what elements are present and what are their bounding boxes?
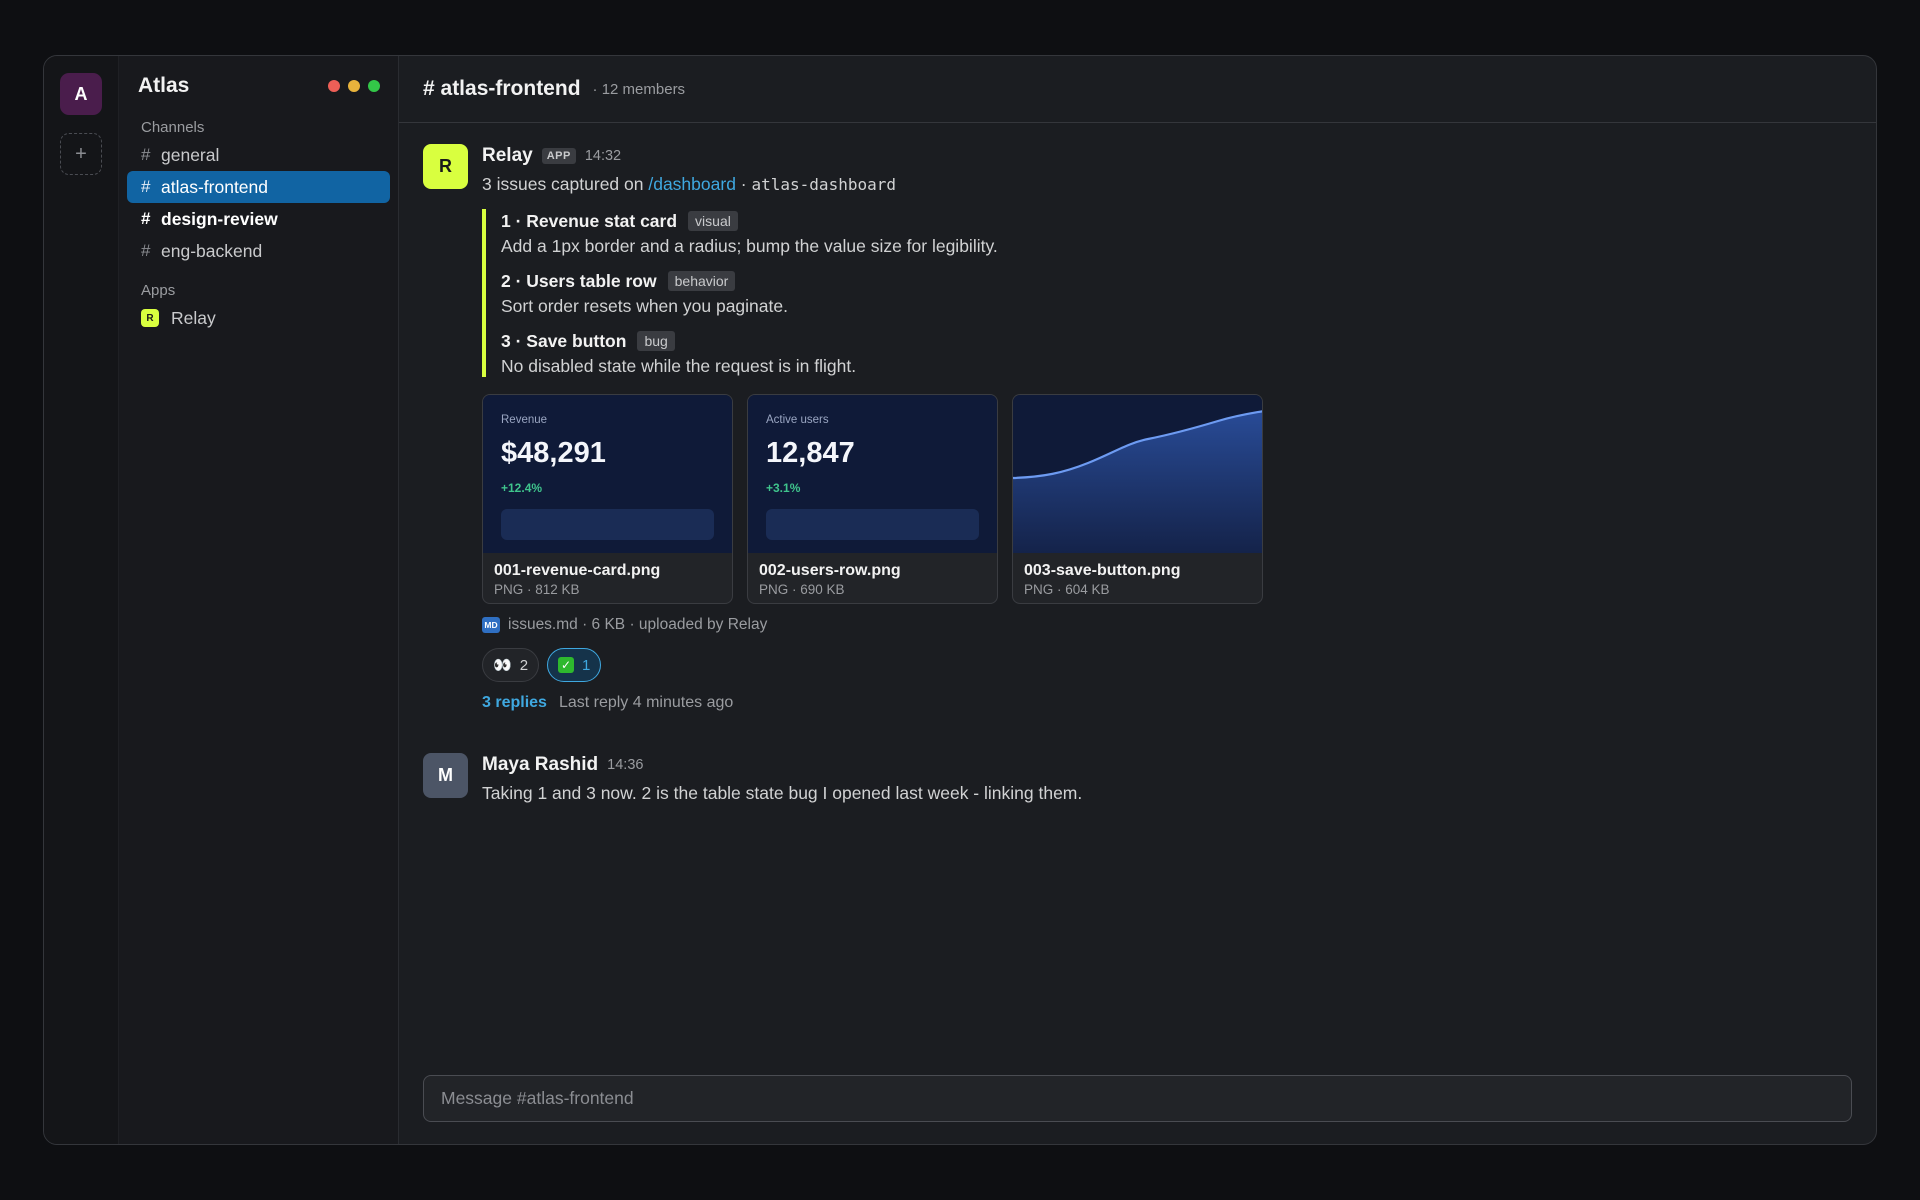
reaction-check[interactable]: ✓ 1	[547, 648, 602, 682]
attachment-revenue-card[interactable]: Revenue $48,291 +12.4% 001-revenue-card.…	[482, 394, 733, 604]
attachment-size: PNG · 604 KB	[1024, 582, 1110, 597]
message-author[interactable]: Maya Rashid	[482, 754, 598, 776]
image-thumbnail[interactable]: Revenue $48,291 +12.4%	[483, 395, 732, 553]
dashboard-link[interactable]: /dashboard	[648, 174, 736, 194]
thumb-delta: +12.4%	[501, 481, 543, 495]
message-text: Taking 1 and 3 now. 2 is the table state…	[482, 783, 1083, 803]
attachment-size: PNG · 812 KB	[494, 582, 580, 597]
member-count[interactable]: · 12 members	[593, 81, 686, 98]
reply-count-link[interactable]: 3 replies	[482, 694, 547, 712]
channels-section-label[interactable]: Channels	[127, 119, 390, 136]
issue-title: 2 · Users table row behavior	[501, 269, 1852, 293]
thumb-bar	[501, 509, 714, 540]
channel-label: atlas-frontend	[161, 176, 269, 197]
issue-tag: behavior	[667, 271, 736, 291]
channel-label: design-review	[161, 208, 278, 229]
hash-icon: #	[141, 145, 151, 164]
workspace-name[interactable]: Atlas	[138, 74, 189, 98]
app-window: A + Atlas Channels # general # atlas-fro…	[43, 55, 1877, 1145]
file-info: issues.md · 6 KB · uploaded by Relay	[508, 616, 768, 633]
last-reply-time: Last reply 4 minutes ago	[558, 694, 734, 711]
message-maya: M Maya Rashid 14:36 Taking 1 and 3 now. …	[423, 753, 1852, 804]
minimize-dot-icon[interactable]	[348, 80, 360, 92]
issue-description: Add a 1px border and a radius; bump the …	[501, 236, 998, 256]
area-chart-thumbnail	[1013, 410, 1262, 553]
sidebar-app-relay[interactable]: R Relay	[127, 302, 390, 334]
thread-replies[interactable]: 3 replies Last reply 4 minutes ago	[482, 694, 1852, 712]
attachment-name: 003-save-button.png	[1024, 562, 1181, 579]
message-relay: R Relay APP 14:32 3 issues captured on /…	[423, 144, 1852, 712]
markdown-file-icon: MD	[482, 617, 500, 633]
avatar[interactable]: M	[423, 753, 468, 798]
attachment-name: 001-revenue-card.png	[494, 562, 661, 579]
issue-title: 1 · Revenue stat card visual	[501, 209, 1852, 233]
thumb-label: Active users	[766, 414, 829, 426]
issue-title-text: 2 · Users table row	[501, 270, 657, 291]
message-timestamp[interactable]: 14:36	[607, 757, 643, 773]
issue-tag: visual	[688, 211, 738, 231]
issue-title-text: 1 · Revenue stat card	[501, 210, 678, 231]
inline-code: atlas-dashboard	[751, 175, 897, 194]
eyes-emoji-icon: 👀	[493, 657, 512, 674]
attachment-save-button[interactable]: 003-save-button.png PNG · 604 KB	[1012, 394, 1263, 604]
issue-description: No disabled state while the request is i…	[501, 356, 857, 376]
reactions: 👀 2 ✓ 1	[482, 648, 1852, 682]
issues-quote-block: 1 · Revenue stat card visual Add a 1px b…	[482, 209, 1852, 377]
channel-header: # atlas-frontend · 12 members	[399, 56, 1876, 123]
message-text: 3 issues captured on /dashboard · atlas-…	[482, 174, 1852, 195]
channel-title[interactable]: # atlas-frontend	[423, 77, 581, 101]
attachment-size: PNG · 690 KB	[759, 582, 845, 597]
file-attachment[interactable]: MD issues.md · 6 KB · uploaded by Relay	[482, 616, 1852, 634]
check-mark-emoji-icon: ✓	[558, 657, 575, 673]
workspace-avatar[interactable]: A	[60, 73, 102, 115]
window-controls	[328, 80, 380, 92]
attachments: Revenue $48,291 +12.4% 001-revenue-card.…	[482, 394, 1852, 604]
message-author[interactable]: Relay	[482, 145, 533, 167]
maximize-dot-icon[interactable]	[368, 80, 380, 92]
attachment-name: 002-users-row.png	[759, 562, 901, 579]
workspace-rail: A +	[44, 56, 119, 1144]
thumb-bar	[766, 509, 979, 540]
thumb-delta: +3.1%	[766, 481, 801, 495]
message-input[interactable]	[441, 1088, 1851, 1109]
hash-icon: #	[141, 177, 151, 196]
text-separator: ·	[735, 174, 752, 194]
avatar[interactable]: R	[423, 144, 468, 189]
channel-view: # atlas-frontend · 12 members R Relay AP…	[399, 56, 1876, 1144]
sidebar-channel-atlas-frontend[interactable]: # atlas-frontend	[127, 171, 390, 203]
channel-label: general	[161, 144, 220, 165]
close-dot-icon[interactable]	[328, 80, 340, 92]
issue-title-text: 3 · Save button	[501, 330, 627, 351]
image-thumbnail[interactable]	[1013, 395, 1262, 553]
app-badge: APP	[541, 148, 576, 164]
add-workspace-button[interactable]: +	[60, 133, 102, 175]
app-label: Relay	[171, 307, 216, 328]
sidebar-channel-design-review[interactable]: # design-review	[127, 203, 390, 235]
hash-icon: #	[141, 241, 151, 260]
message-timestamp[interactable]: 14:32	[585, 148, 621, 164]
issue-tag: bug	[637, 331, 675, 351]
sidebar-channel-eng-backend[interactable]: # eng-backend	[127, 235, 390, 267]
apps-section-label[interactable]: Apps	[127, 282, 390, 299]
sidebar: Atlas Channels # general # atlas-fronten…	[119, 56, 399, 1144]
thumb-value: $48,291	[501, 437, 606, 469]
thumb-label: Revenue	[501, 414, 548, 426]
reaction-count: 2	[519, 656, 529, 674]
channel-label: eng-backend	[161, 240, 263, 261]
attachment-users-row[interactable]: Active users 12,847 +3.1% 002-users-row.…	[747, 394, 998, 604]
message-text-prefix: 3 issues captured on	[482, 174, 649, 194]
issue-description: Sort order resets when you paginate.	[501, 296, 788, 316]
reaction-eyes[interactable]: 👀 2	[482, 648, 540, 682]
relay-app-icon: R	[141, 309, 159, 327]
hash-icon: #	[141, 209, 151, 228]
thumb-value: 12,847	[766, 437, 855, 469]
image-thumbnail[interactable]: Active users 12,847 +3.1%	[748, 395, 997, 553]
issue-title: 3 · Save button bug	[501, 329, 1852, 353]
message-composer[interactable]	[423, 1075, 1852, 1122]
reaction-count: 1	[582, 656, 591, 674]
sidebar-channel-general[interactable]: # general	[127, 139, 390, 171]
